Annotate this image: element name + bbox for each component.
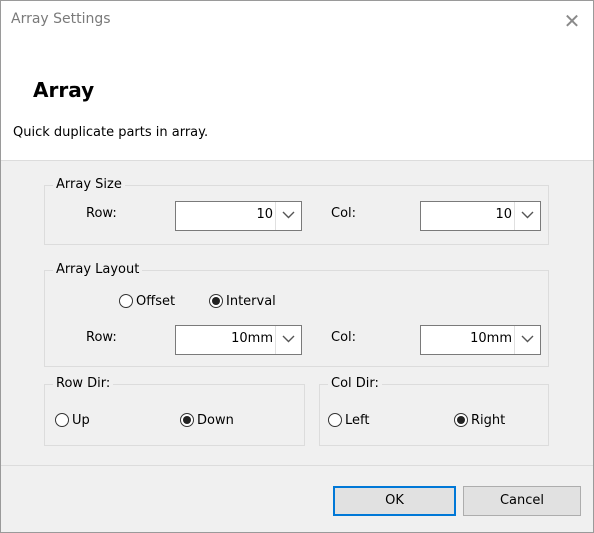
radio-interval[interactable]: Interval [209, 291, 276, 311]
array-layout-col-label: Col: [331, 330, 357, 345]
close-button[interactable]: ✕ [557, 7, 587, 35]
array-size-row-combo[interactable]: 10 [175, 201, 302, 231]
chevron-down-icon[interactable] [514, 326, 540, 354]
array-size-group: Array Size Row: 10 Col: 10 [44, 177, 549, 245]
col-dir-label: Col Dir: [328, 376, 382, 391]
array-size-row-value: 10 [256, 207, 273, 222]
array-layout-col-value: 10mm [470, 331, 512, 346]
array-size-label: Array Size [53, 177, 125, 192]
array-layout-row-label: Row: [86, 330, 117, 345]
array-layout-label: Array Layout [53, 262, 143, 277]
button-bar: OK Cancel [1, 465, 593, 532]
array-size-row-label: Row: [86, 206, 117, 221]
radio-up[interactable]: Up [55, 410, 90, 430]
radio-interval-circle[interactable] [209, 294, 223, 308]
radio-left-circle[interactable] [328, 413, 342, 427]
page-title: Array [33, 78, 95, 102]
array-layout-row-combo[interactable]: 10mm [175, 325, 302, 355]
row-dir-label: Row Dir: [53, 376, 114, 391]
page-description: Quick duplicate parts in array. [13, 125, 209, 140]
radio-interval-label: Interval [226, 293, 276, 309]
chevron-down-icon[interactable] [514, 202, 540, 230]
chevron-down-icon[interactable] [275, 202, 301, 230]
array-size-col-label: Col: [331, 206, 357, 221]
array-layout-row-value: 10mm [231, 331, 273, 346]
chevron-down-icon[interactable] [275, 326, 301, 354]
ok-button[interactable]: OK [333, 486, 456, 516]
array-layout-col-combo[interactable]: 10mm [420, 325, 541, 355]
radio-right[interactable]: Right [454, 410, 505, 430]
array-size-col-value: 10 [495, 207, 512, 222]
radio-left-label: Left [345, 412, 370, 428]
array-size-col-combo[interactable]: 10 [420, 201, 541, 231]
radio-up-circle[interactable] [55, 413, 69, 427]
close-icon: ✕ [563, 9, 581, 33]
title-bar: Array Settings ✕ [1, 1, 593, 41]
col-dir-group: Col Dir: Left Right [319, 376, 549, 446]
array-layout-group: Array Layout Offset Interval Row: 10mm C… [44, 262, 549, 367]
settings-panel: Array Size Row: 10 Col: 10 Array Layout [1, 161, 593, 465]
row-dir-group: Row Dir: Up Down [44, 376, 305, 446]
radio-down-label: Down [197, 412, 234, 428]
array-settings-dialog: Array Settings ✕ Array Quick duplicate p… [0, 0, 594, 533]
cancel-button[interactable]: Cancel [463, 486, 581, 516]
radio-offset-circle[interactable] [119, 294, 133, 308]
radio-right-circle[interactable] [454, 413, 468, 427]
radio-offset[interactable]: Offset [119, 291, 175, 311]
header-area: Array Quick duplicate parts in array. [1, 41, 593, 160]
radio-right-label: Right [471, 412, 506, 428]
radio-down[interactable]: Down [180, 410, 234, 430]
window-title: Array Settings [11, 11, 111, 27]
radio-offset-label: Offset [136, 293, 176, 309]
radio-down-circle[interactable] [180, 413, 194, 427]
radio-left[interactable]: Left [328, 410, 369, 430]
radio-up-label: Up [72, 412, 90, 428]
